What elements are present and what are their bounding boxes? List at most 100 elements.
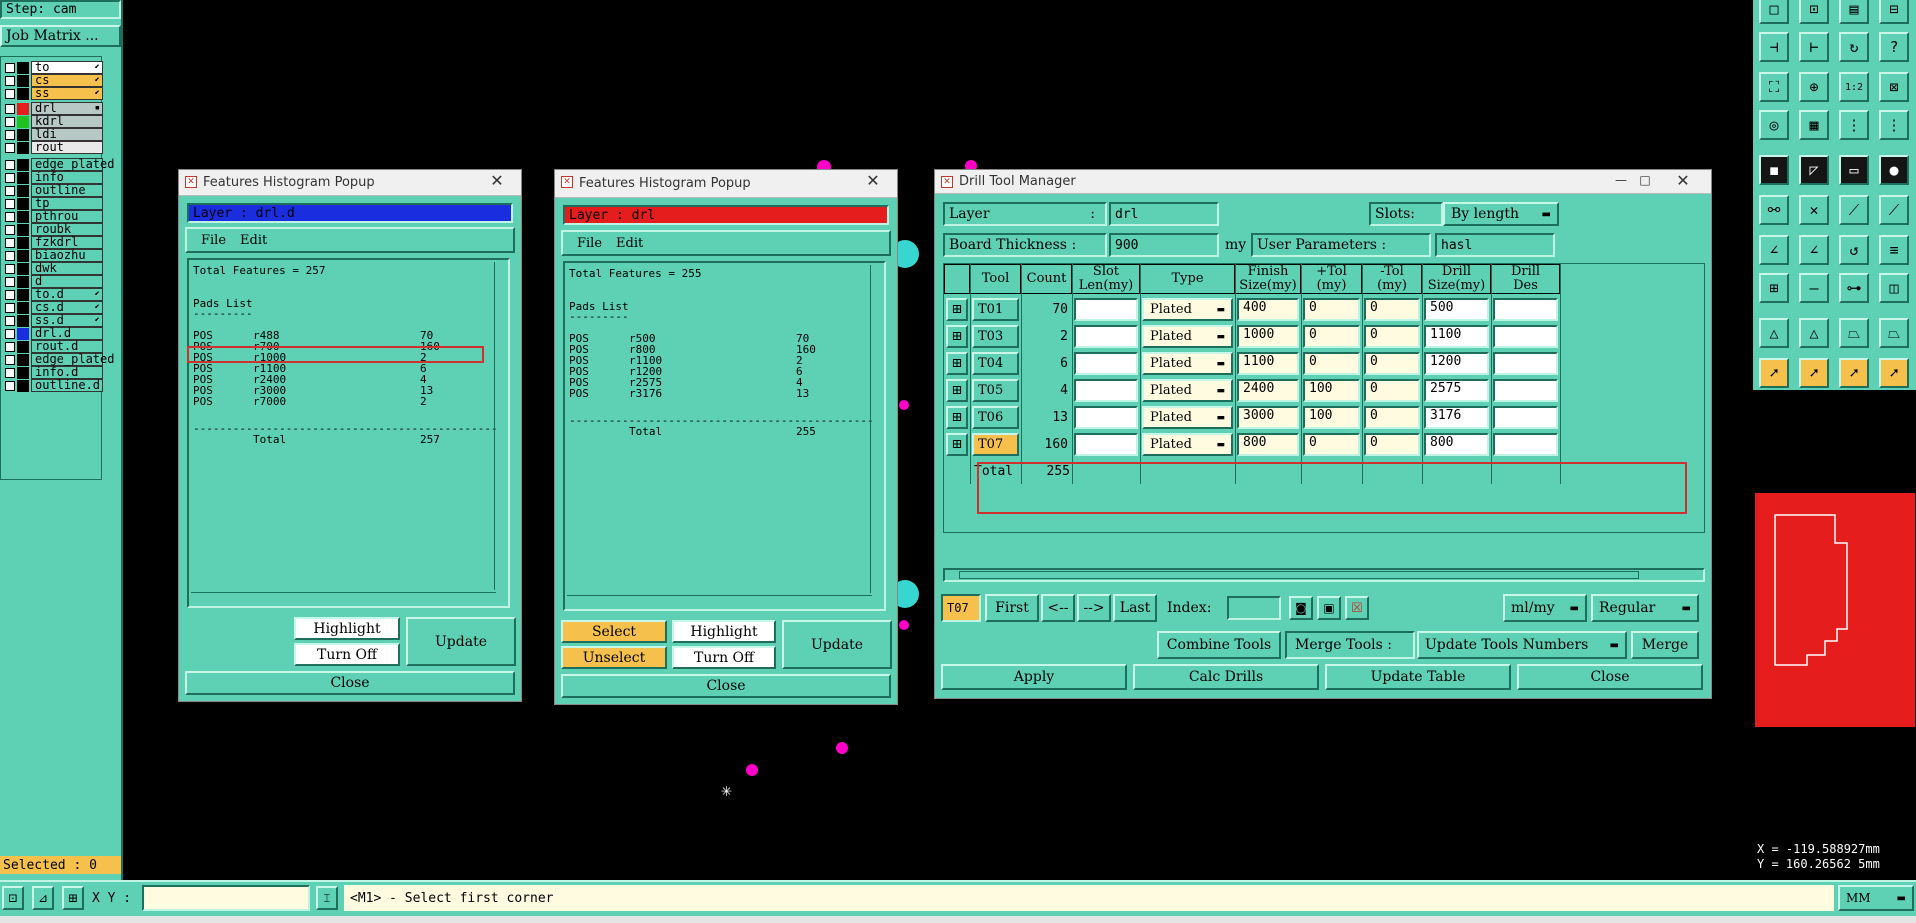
- select-button[interactable]: Select: [561, 620, 667, 643]
- zoom-in-icon[interactable]: ⊕: [1799, 72, 1829, 102]
- tool-cell[interactable]: T06: [972, 406, 1019, 429]
- menu-edit[interactable]: Edit: [240, 233, 267, 248]
- maximize-icon[interactable]: □: [1633, 170, 1657, 190]
- grid-toggle-icon[interactable]: ▦: [1799, 110, 1829, 140]
- layer-checkbox[interactable]: [5, 103, 15, 114]
- minimize-icon[interactable]: —: [1609, 170, 1633, 190]
- layer-color-swatch[interactable]: [17, 262, 29, 275]
- merge-button[interactable]: Merge: [1631, 631, 1699, 659]
- mode-select[interactable]: Regular ▬: [1591, 594, 1699, 622]
- slot-input[interactable]: [1074, 433, 1138, 456]
- des-input[interactable]: [1493, 406, 1558, 429]
- menu-edit[interactable]: Edit: [616, 236, 643, 251]
- layer-color-swatch[interactable]: [17, 379, 29, 392]
- layer-color-swatch[interactable]: [17, 314, 29, 327]
- scale-icon[interactable]: 1:2: [1839, 72, 1869, 102]
- pointer3-icon[interactable]: ➚: [1839, 358, 1869, 388]
- arc-icon[interactable]: ∠: [1759, 235, 1789, 265]
- drill-input[interactable]: 500: [1424, 298, 1489, 321]
- board-thickness-input[interactable]: 900: [1109, 233, 1219, 257]
- slots-select[interactable]: By length ▬: [1443, 202, 1559, 226]
- layer-color-swatch[interactable]: [17, 353, 29, 366]
- ptol-input[interactable]: 0: [1303, 325, 1360, 348]
- layer-row[interactable]: to ⬋: [5, 61, 103, 74]
- expand-row-icon[interactable]: ⊞: [946, 325, 968, 348]
- help-icon[interactable]: ?: [1879, 32, 1909, 62]
- snap-icon[interactable]: ⋮: [1839, 110, 1869, 140]
- unselect-button[interactable]: Unselect: [561, 646, 667, 669]
- layer-color-swatch[interactable]: [17, 158, 29, 171]
- arc2-icon[interactable]: ∠: [1799, 235, 1829, 265]
- grid-icon[interactable]: ⊟: [1879, 0, 1909, 24]
- layer-value[interactable]: drl: [1109, 202, 1219, 226]
- drill-input[interactable]: 2575: [1424, 379, 1489, 402]
- index-input[interactable]: [1227, 596, 1281, 620]
- expand-row-icon[interactable]: ⊞: [946, 298, 968, 321]
- finish-input[interactable]: 400: [1237, 298, 1299, 321]
- select-icon[interactable]: ⊡: [1799, 0, 1829, 24]
- drill-input[interactable]: 1200: [1424, 352, 1489, 375]
- mtol-input[interactable]: 0: [1364, 325, 1420, 348]
- drill-input[interactable]: 1100: [1424, 325, 1489, 348]
- close-button[interactable]: Close: [561, 674, 891, 698]
- layer-checkbox[interactable]: [5, 263, 15, 274]
- xy-input[interactable]: [142, 885, 310, 911]
- snap-icon[interactable]: ⊡: [2, 886, 24, 910]
- triangle-icon[interactable]: △: [1759, 318, 1789, 348]
- first-button[interactable]: First: [985, 594, 1039, 622]
- update-button[interactable]: Update: [782, 620, 892, 669]
- layer-checkbox[interactable]: [5, 75, 15, 86]
- cursor-icon[interactable]: ⌶: [316, 886, 338, 910]
- close-icon[interactable]: ✕: [1659, 170, 1707, 190]
- horizontal-scrollbar[interactable]: [567, 595, 872, 607]
- layer-color-swatch[interactable]: [17, 275, 29, 288]
- type-select[interactable]: Plated ▬: [1142, 298, 1233, 321]
- layer-checkbox[interactable]: [5, 367, 15, 378]
- layer-checkbox[interactable]: [5, 276, 15, 287]
- layer-color-swatch[interactable]: [17, 61, 29, 74]
- type-select[interactable]: Plated ▬: [1142, 433, 1233, 456]
- layer-color-swatch[interactable]: [17, 366, 29, 379]
- finish-input[interactable]: 800: [1237, 433, 1299, 456]
- type-select[interactable]: Plated ▬: [1142, 325, 1233, 348]
- layer-name[interactable]: ss ⬋: [31, 87, 103, 100]
- preview-panel[interactable]: [1753, 390, 1916, 830]
- layer-row[interactable]: cs ⬋: [5, 74, 103, 87]
- dot-icon[interactable]: ●: [1879, 155, 1909, 185]
- highlight-button[interactable]: Highlight: [672, 620, 776, 643]
- layer-name[interactable]: rout: [31, 141, 103, 154]
- turn-off-button[interactable]: Turn Off: [672, 646, 776, 669]
- merge-tools-select[interactable]: Update Tools Numbers ▬: [1417, 631, 1627, 659]
- route-icon[interactable]: ⊞: [1759, 273, 1789, 303]
- trapezoid-icon[interactable]: ⏢: [1839, 318, 1869, 348]
- horizontal-scrollbar[interactable]: [943, 568, 1705, 582]
- histogram-text-area[interactable]: Total Features = 257 Pads List ---------…: [187, 258, 510, 608]
- window-titlebar[interactable]: ✕ Features Histogram Popup ✕: [179, 170, 521, 196]
- fit-icon[interactable]: ⊣: [1759, 32, 1789, 62]
- slot-input[interactable]: [1074, 379, 1138, 402]
- zoom-fit-icon[interactable]: ⛶: [1759, 72, 1789, 102]
- des-input[interactable]: [1493, 325, 1558, 348]
- trapezoid2-icon[interactable]: ⏢: [1879, 318, 1909, 348]
- layer-row[interactable]: rout: [5, 141, 103, 154]
- ptol-input[interactable]: 100: [1303, 406, 1360, 429]
- menu-file[interactable]: File: [201, 233, 226, 248]
- unit-select[interactable]: ml/my ▬: [1503, 594, 1587, 622]
- calc-drills-button[interactable]: Calc Drills: [1133, 664, 1319, 690]
- ptol-input[interactable]: 0: [1303, 298, 1360, 321]
- layer-checkbox[interactable]: [5, 129, 15, 140]
- move-icon[interactable]: —: [1799, 273, 1829, 303]
- mtol-input[interactable]: 0: [1364, 406, 1420, 429]
- tool-cell[interactable]: T03: [972, 325, 1019, 348]
- tool-cell[interactable]: T01: [972, 298, 1019, 321]
- layer-color-swatch[interactable]: [17, 87, 29, 100]
- redo-icon[interactable]: ↻: [1839, 32, 1869, 62]
- layer-color-swatch[interactable]: [17, 327, 29, 340]
- expand-row-icon[interactable]: ⊞: [946, 406, 968, 429]
- vertical-scrollbar[interactable]: [494, 262, 506, 590]
- histogram-text-area[interactable]: Total Features = 255 Pads List ---------…: [563, 261, 886, 611]
- layer-color-swatch[interactable]: [17, 197, 29, 210]
- layer-color-swatch[interactable]: [17, 301, 29, 314]
- drill-input[interactable]: 800: [1424, 433, 1489, 456]
- layer-checkbox[interactable]: [5, 62, 15, 73]
